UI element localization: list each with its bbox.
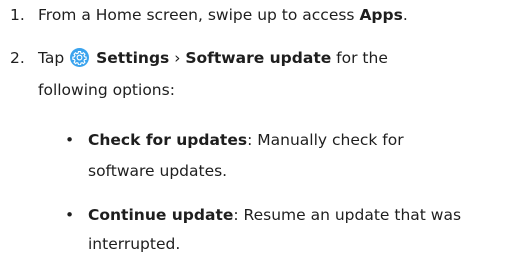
settings-gear-icon bbox=[70, 48, 90, 67]
step-text: From a Home screen, swipe up to access A… bbox=[38, 4, 408, 26]
step-text-part: . bbox=[402, 6, 408, 24]
step-text: Tap Settings › Software update for the bbox=[38, 47, 388, 69]
software-update-label: Software update bbox=[185, 49, 332, 67]
step-number: 1. bbox=[10, 6, 25, 24]
step-text-continued: following options: bbox=[38, 81, 175, 99]
option-title: Continue update bbox=[88, 206, 234, 224]
option-title: Check for updates bbox=[88, 131, 248, 149]
breadcrumb-separator: › bbox=[169, 49, 186, 67]
step-text-part: From a Home screen, swipe up to access bbox=[38, 6, 360, 24]
option-text: Continue update: Resume an update that w… bbox=[88, 204, 461, 226]
option-description: : Resume an update that was bbox=[233, 206, 462, 224]
apps-label: Apps bbox=[359, 6, 403, 24]
settings-label: Settings bbox=[96, 49, 170, 67]
option-description: : Manually check for bbox=[247, 131, 404, 149]
option-description-continued: interrupted. bbox=[88, 235, 181, 253]
step-number: 2. bbox=[10, 49, 25, 67]
bullet-marker: • bbox=[65, 131, 75, 149]
bullet-marker: • bbox=[65, 206, 75, 224]
option-text: Check for updates: Manually check for bbox=[88, 129, 404, 151]
instruction-document: 1. From a Home screen, swipe up to acces… bbox=[0, 0, 519, 258]
option-description-continued: software updates. bbox=[88, 162, 228, 180]
step-text-part: for the bbox=[331, 49, 388, 67]
step-text-part: Tap bbox=[38, 49, 70, 67]
